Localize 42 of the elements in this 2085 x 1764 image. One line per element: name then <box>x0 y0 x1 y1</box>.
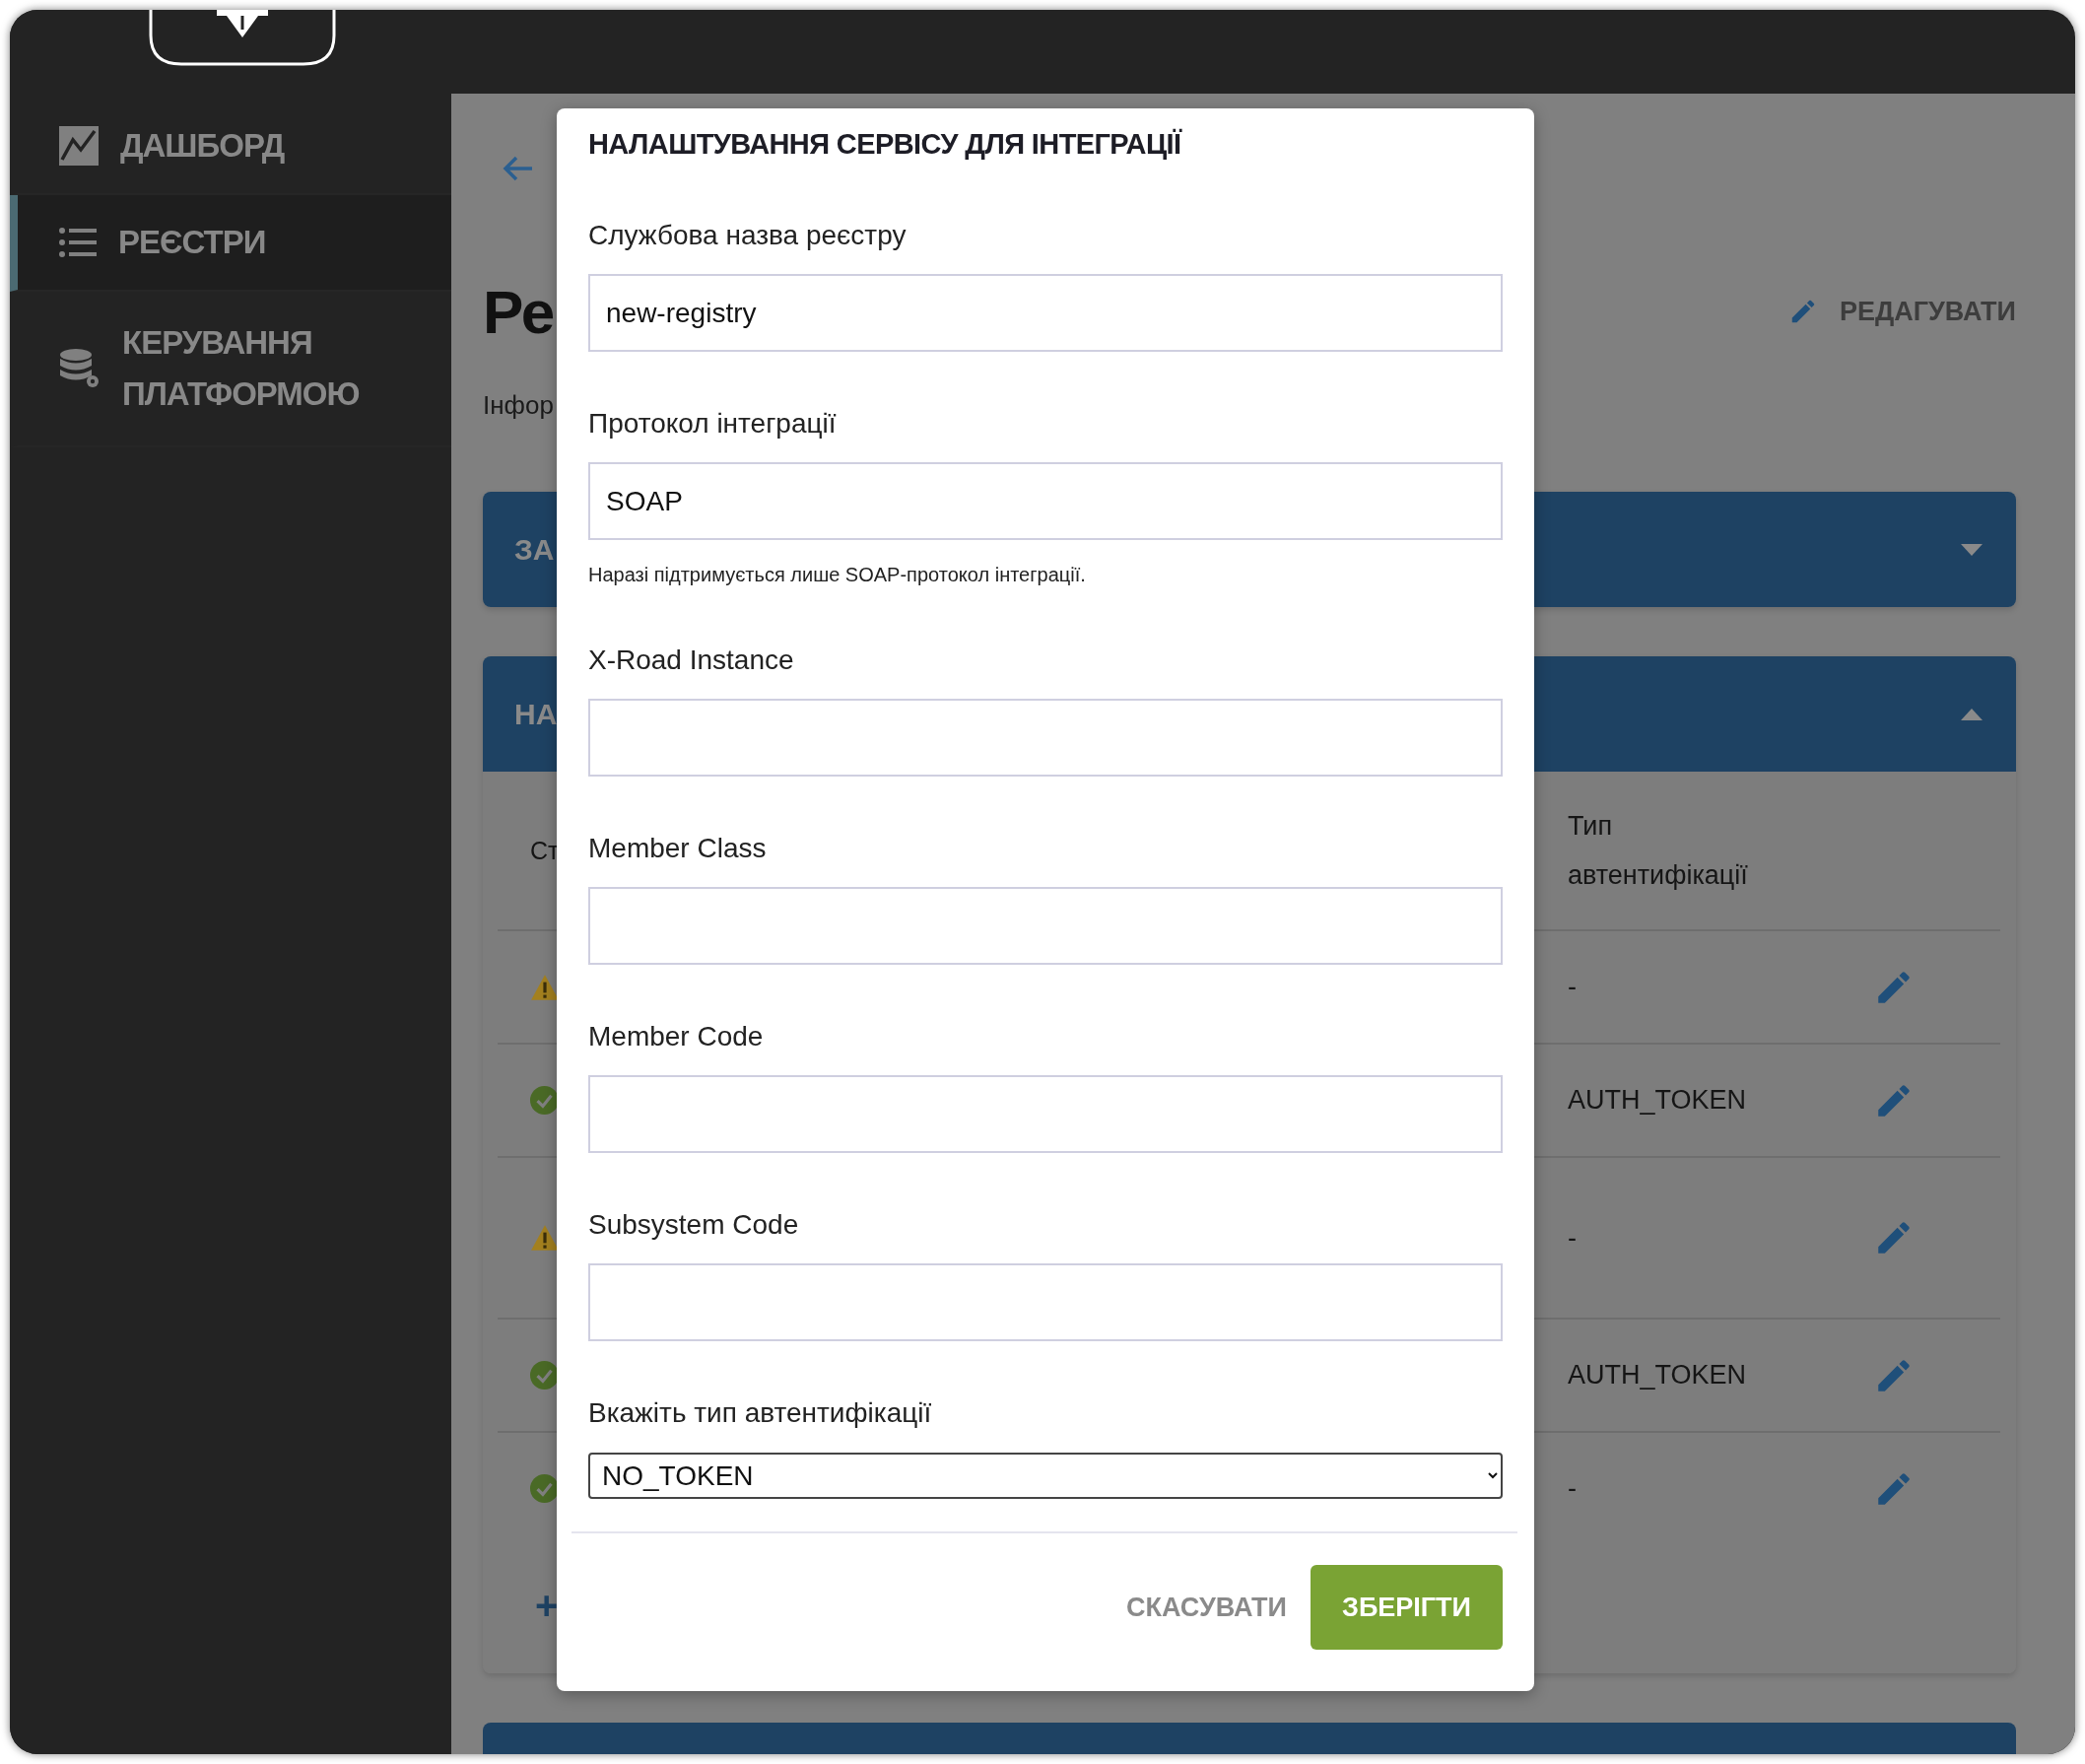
table-cell-text: - <box>1568 1222 1578 1254</box>
chart-icon <box>59 126 99 166</box>
column-header: Тип автентифікації <box>1568 810 1749 892</box>
field-label: Вкажіть тип автентифікації <box>588 1396 933 1430</box>
sidebar-item[interactable]: РЕЄСТРИ <box>10 195 451 292</box>
field-label: Member Code <box>588 1020 765 1053</box>
add-button[interactable]: + <box>535 1584 559 1627</box>
caret-icon[interactable] <box>1961 708 1983 720</box>
input-field[interactable] <box>588 1075 1503 1153</box>
logo-icon[interactable] <box>148 10 337 67</box>
page-subtitle: Інфор <box>483 389 555 422</box>
field-label: Службова назва реєстру <box>588 219 908 252</box>
sidebar-label: ДАШБОРД <box>120 126 286 166</box>
panel-title: ЗА <box>514 532 555 567</box>
table-cell-text: - <box>1568 1473 1578 1504</box>
panel-title: НА <box>514 697 558 731</box>
dropdown[interactable]: NO_TOKEN <box>588 1453 1503 1499</box>
field-label: X-Road Instance <box>588 644 795 677</box>
modal-title: НАЛАШТУВАННЯ СЕРВІСУ ДЛЯ ІНТЕГРАЦІЇ <box>588 127 1183 162</box>
sidebar-label: КЕРУВАННЯ ПЛАТФОРМОЮ <box>122 323 361 414</box>
list-icon <box>59 228 97 257</box>
table-cell-text: - <box>1568 972 1578 1002</box>
field-label: Member Class <box>588 832 768 865</box>
input-field[interactable] <box>588 699 1503 777</box>
page-title: Ре <box>483 276 555 347</box>
save-button[interactable]: ЗБЕРІГТИ <box>1311 1565 1503 1650</box>
caret-icon[interactable] <box>1961 543 1983 556</box>
field-label: Протокол інтеграції <box>588 407 838 441</box>
input-field[interactable] <box>588 887 1503 965</box>
field-label: Subsystem Code <box>588 1208 800 1242</box>
input-field[interactable]: new-registry <box>588 274 1503 352</box>
database-gear-icon <box>59 348 101 389</box>
edit-button[interactable]: РЕДАГУВАТИ <box>1787 296 2016 327</box>
input-field[interactable] <box>588 1263 1503 1341</box>
column-header: Ст <box>530 836 560 866</box>
input-field[interactable]: SOAP <box>588 462 1503 540</box>
sidebar-label: РЕЄСТРИ <box>118 223 267 262</box>
table-cell-text: AUTH_TOKEN <box>1568 1085 1748 1116</box>
back-arrow-icon[interactable] <box>503 155 534 182</box>
help-text: Наразі підтримується лише SOAP-протокол інтеграції. <box>588 563 1087 587</box>
table-cell-text: AUTH_TOKEN <box>1568 1360 1748 1391</box>
cancel-button[interactable]: СКАСУВАТИ <box>1126 1592 1287 1623</box>
